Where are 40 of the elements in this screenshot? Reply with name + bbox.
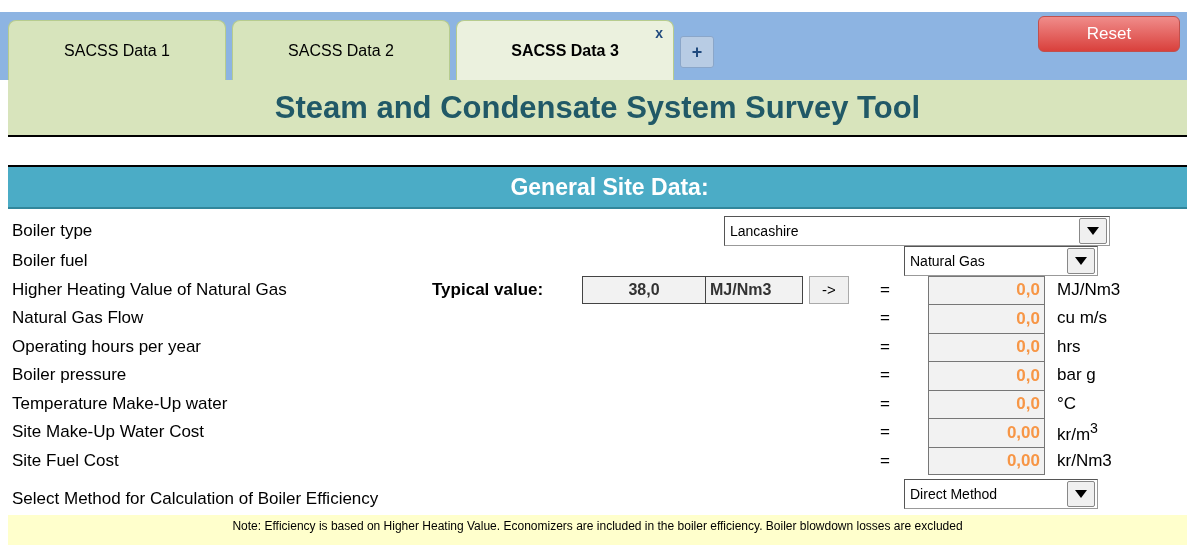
copy-value-button[interactable]: -> bbox=[809, 275, 849, 304]
equals-sign: = bbox=[880, 393, 891, 414]
sheet-tab[interactable]: SACSS Data 2 bbox=[232, 20, 450, 80]
equals-sign: = bbox=[880, 422, 891, 443]
typical-value-label: Typical value: bbox=[432, 279, 545, 300]
field-label: Operating hours per year bbox=[12, 336, 202, 357]
dropdown[interactable]: Natural Gas bbox=[904, 246, 1098, 277]
unit-label: kr/m$^{3}$ bbox=[1057, 419, 1098, 445]
field-label: Temperature Make-Up water bbox=[12, 393, 229, 414]
dropdown[interactable]: Direct Method bbox=[904, 479, 1098, 509]
field-label: Site Fuel Cost bbox=[12, 450, 120, 471]
unit-label: bar g bbox=[1057, 365, 1096, 386]
field-label: Boiler type bbox=[12, 221, 94, 241]
section-title: General Site Data: bbox=[509, 173, 709, 201]
equals-sign: = bbox=[880, 279, 891, 300]
add-tab-button[interactable]: + bbox=[680, 36, 714, 68]
sheet-tab[interactable]: SACSS Data 3 x bbox=[456, 20, 674, 80]
note-text: Note: Efficiency is based on Higher Heating Value. Economizers are included in the boiler efficiency. Boiler blowdown losses are excluded bbox=[232, 518, 963, 533]
equals-sign: = bbox=[880, 450, 891, 471]
sheet-tab[interactable]: SACSS Data 1 bbox=[8, 20, 226, 80]
typical-value-cell: 38,0 bbox=[582, 275, 706, 304]
equals-sign: = bbox=[880, 308, 891, 329]
unit-label: kr/Nm3 bbox=[1057, 450, 1112, 471]
equals-sign: = bbox=[880, 365, 891, 386]
field-label: Natural Gas Flow bbox=[12, 308, 145, 329]
page-title: Steam and Condensate System Survey Tool bbox=[274, 89, 921, 126]
unit-label: MJ/Nm3 bbox=[1057, 279, 1121, 300]
reset-button[interactable]: Reset bbox=[1038, 16, 1180, 52]
typical-unit-cell: MJ/Nm3 bbox=[706, 275, 803, 304]
field-label: Boiler pressure bbox=[12, 365, 128, 386]
field-label: Boiler fuel bbox=[12, 251, 89, 272]
dropdown[interactable]: Lancashire bbox=[724, 216, 1110, 246]
equals-sign: = bbox=[880, 336, 891, 357]
unit-label: °C bbox=[1057, 393, 1077, 414]
field-label: Select Method for Calculation of Boiler Efficiency bbox=[12, 489, 380, 509]
unit-label: cu m/s bbox=[1057, 308, 1108, 329]
field-label: Higher Heating Value of Natural Gas bbox=[12, 279, 288, 300]
field-label: Site Make-Up Water Cost bbox=[12, 422, 206, 443]
unit-label: hrs bbox=[1057, 336, 1081, 357]
close-tab-button[interactable]: x bbox=[655, 25, 663, 41]
